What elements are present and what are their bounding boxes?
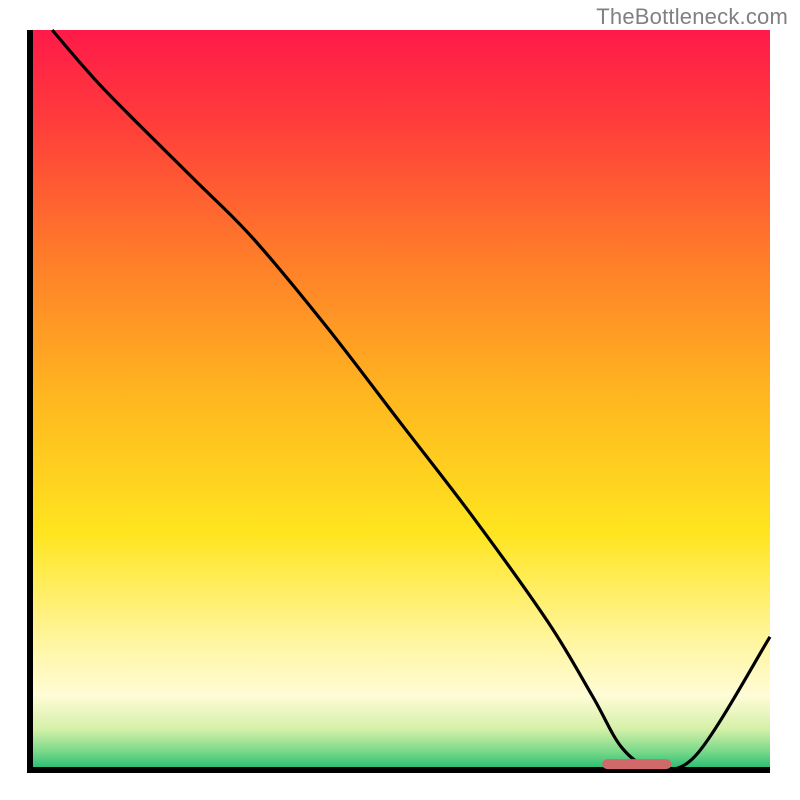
bottleneck-chart — [0, 0, 800, 800]
plot-background — [30, 30, 770, 770]
watermark-text: TheBottleneck.com — [596, 4, 788, 30]
chart-container: TheBottleneck.com — [0, 0, 800, 800]
